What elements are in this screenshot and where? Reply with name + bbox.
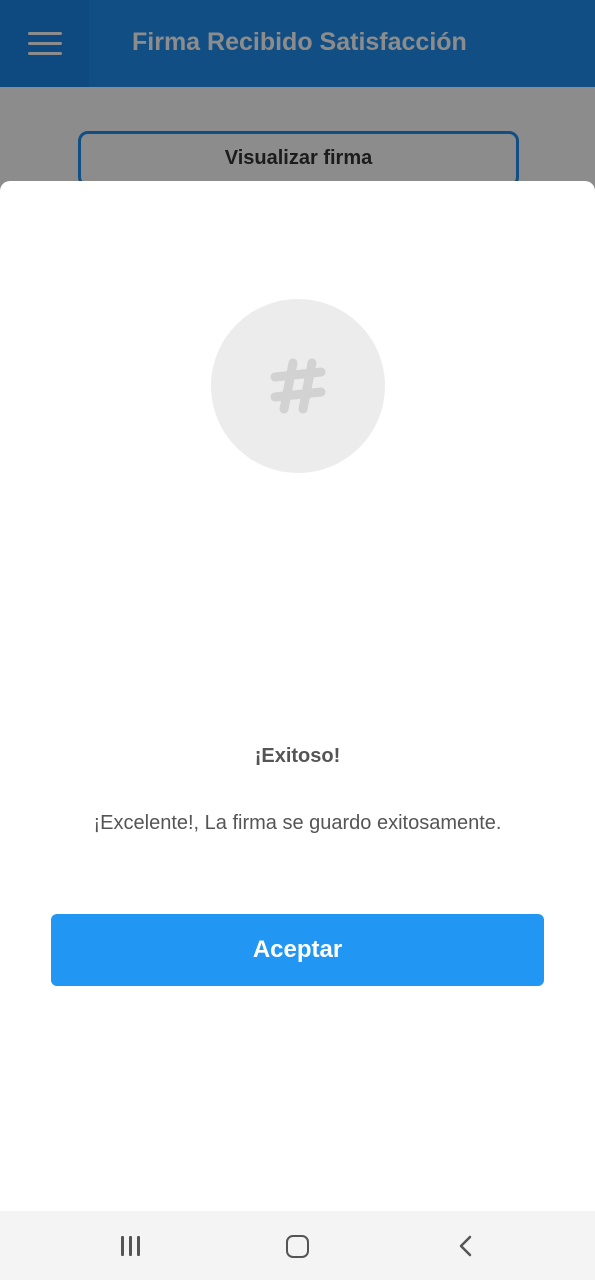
accept-button[interactable]: Aceptar bbox=[51, 914, 544, 986]
recents-icon[interactable] bbox=[119, 1236, 143, 1256]
system-nav-bar bbox=[0, 1211, 595, 1280]
dialog-message: ¡Excelente!, La firma se guardo exitosam… bbox=[93, 812, 502, 834]
dialog-title: ¡Exitoso! bbox=[254, 745, 341, 767]
home-icon[interactable] bbox=[286, 1235, 309, 1258]
icon-circle bbox=[211, 299, 385, 473]
success-dialog: ¡Exitoso! ¡Excelente!, La firma se guard… bbox=[0, 181, 595, 1211]
back-icon[interactable] bbox=[455, 1234, 477, 1258]
hash-icon bbox=[270, 358, 326, 414]
